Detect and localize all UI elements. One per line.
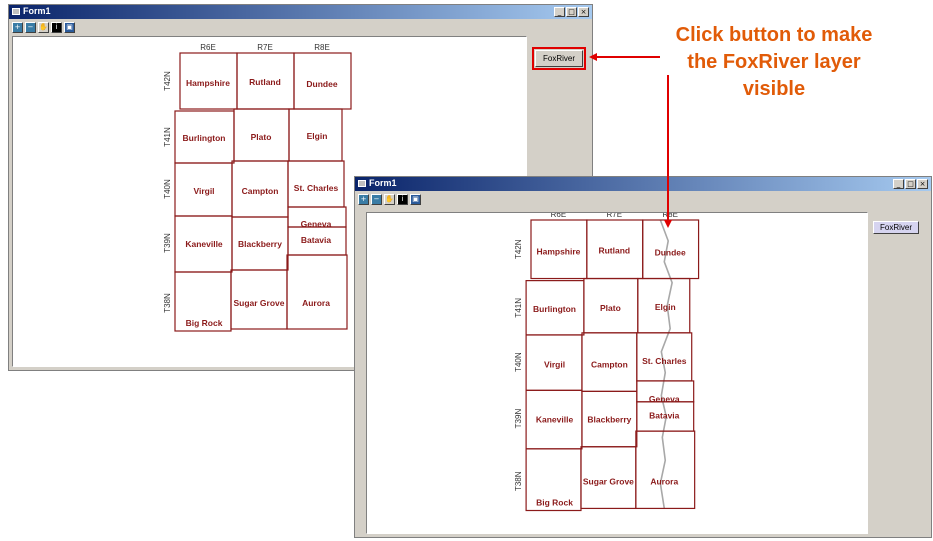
- township-label: Campton: [591, 359, 628, 369]
- township-label: Plato: [600, 303, 621, 313]
- township-row-label: T41N: [514, 298, 523, 318]
- window-title: Form1: [369, 178, 397, 188]
- township-label: Dundee: [655, 248, 686, 258]
- close-button[interactable]: ×: [578, 7, 589, 17]
- range-label: R6E: [551, 213, 567, 219]
- minimize-button[interactable]: _: [893, 179, 904, 189]
- township-row-label: T42N: [514, 239, 523, 259]
- identify-icon[interactable]: i: [397, 194, 408, 205]
- township-label: Elgin: [307, 131, 328, 141]
- township-map: Hampshire Rutland Dundee Burlington Plato Elg…: [514, 210, 700, 512]
- foxriver-button[interactable]: FoxRiver: [532, 47, 586, 70]
- range-label: R8E: [662, 213, 678, 219]
- township-label: Burlington: [533, 304, 576, 314]
- township-label: Big Rock: [536, 497, 573, 507]
- full-extent-icon[interactable]: ▣: [410, 194, 421, 205]
- township-label: Batavia: [649, 411, 680, 421]
- township-boundary: [286, 254, 348, 330]
- township-label: Big Rock: [186, 318, 223, 328]
- map-toolbar: + − ✋ i ▣: [12, 22, 75, 33]
- form-icon: [358, 180, 366, 187]
- township-label: Plato: [251, 132, 272, 142]
- township-label: Hampshire: [186, 78, 230, 88]
- map-toolbar: + − ✋ i ▣: [358, 194, 421, 205]
- form-icon: [12, 8, 20, 15]
- township-row-label: T41N: [163, 127, 172, 147]
- identify-icon[interactable]: i: [51, 22, 62, 33]
- township-label: Sugar Grove: [233, 298, 284, 308]
- township-row-label: T39N: [163, 233, 172, 253]
- township-label: Aurora: [650, 476, 678, 486]
- township-label: Kaneville: [536, 415, 574, 425]
- township-label: Elgin: [655, 302, 676, 312]
- township-label: Blackberry: [238, 239, 282, 249]
- township-label: Burlington: [183, 133, 226, 143]
- township-boundary: [635, 430, 696, 510]
- range-label: R7E: [607, 213, 623, 219]
- callout-line: visible: [742, 78, 806, 100]
- township-label: St. Charles: [294, 183, 339, 193]
- maximize-button[interactable]: □: [566, 7, 577, 17]
- township-label: Kaneville: [185, 239, 223, 249]
- zoom-out-icon[interactable]: −: [371, 194, 382, 205]
- map-control[interactable]: Hampshire Rutland Dundee Burlington Plato Elg…: [366, 210, 868, 534]
- township-label: Virgil: [193, 186, 214, 196]
- range-label: R8E: [314, 43, 330, 52]
- township-label: Aurora: [302, 298, 330, 308]
- title-bar[interactable]: Form1 _ □ ×: [355, 177, 931, 191]
- minimize-button[interactable]: _: [554, 7, 565, 17]
- township-label: Batavia: [301, 235, 332, 245]
- pan-hand-icon[interactable]: ✋: [384, 194, 395, 205]
- township-label: Campton: [242, 186, 279, 196]
- foxriver-button[interactable]: FoxRiver: [873, 221, 919, 234]
- township-label: St. Charles: [642, 356, 687, 366]
- township-label: Hampshire: [536, 246, 580, 256]
- township-label: Rutland: [598, 245, 630, 255]
- callout-line: the FoxRiver layer: [687, 51, 861, 73]
- township-label: Blackberry: [587, 415, 631, 425]
- zoom-in-icon[interactable]: +: [12, 22, 23, 33]
- maximize-button[interactable]: □: [905, 179, 916, 189]
- township-row-label: T40N: [163, 179, 172, 199]
- township-row-label: T38N: [514, 471, 523, 491]
- full-extent-icon[interactable]: ▣: [64, 22, 75, 33]
- township-label: Dundee: [306, 79, 337, 89]
- zoom-out-icon[interactable]: −: [25, 22, 36, 33]
- instruction-callout: Click button to make the FoxRiver layer …: [640, 22, 908, 103]
- close-button[interactable]: ×: [917, 179, 928, 189]
- title-bar[interactable]: Form1 _ □ ×: [9, 5, 592, 19]
- callout-line: Click button to make: [675, 24, 873, 46]
- township-label: Sugar Grove: [583, 476, 634, 486]
- pan-hand-icon[interactable]: ✋: [38, 22, 49, 33]
- township-label: Rutland: [249, 77, 281, 87]
- township-row-label: T42N: [163, 71, 172, 91]
- window-title: Form1: [23, 6, 51, 16]
- range-label: R7E: [257, 43, 273, 52]
- township-row-label: T40N: [514, 352, 523, 372]
- zoom-in-icon[interactable]: +: [358, 194, 369, 205]
- township-label: Virgil: [544, 359, 565, 369]
- form1-window-after: Form1 _ □ × + − ✋ i ▣ Hampshire Rutland Du…: [354, 176, 932, 538]
- range-label: R6E: [200, 43, 216, 52]
- township-row-label: T39N: [514, 409, 523, 429]
- township-row-label: T38N: [163, 293, 172, 313]
